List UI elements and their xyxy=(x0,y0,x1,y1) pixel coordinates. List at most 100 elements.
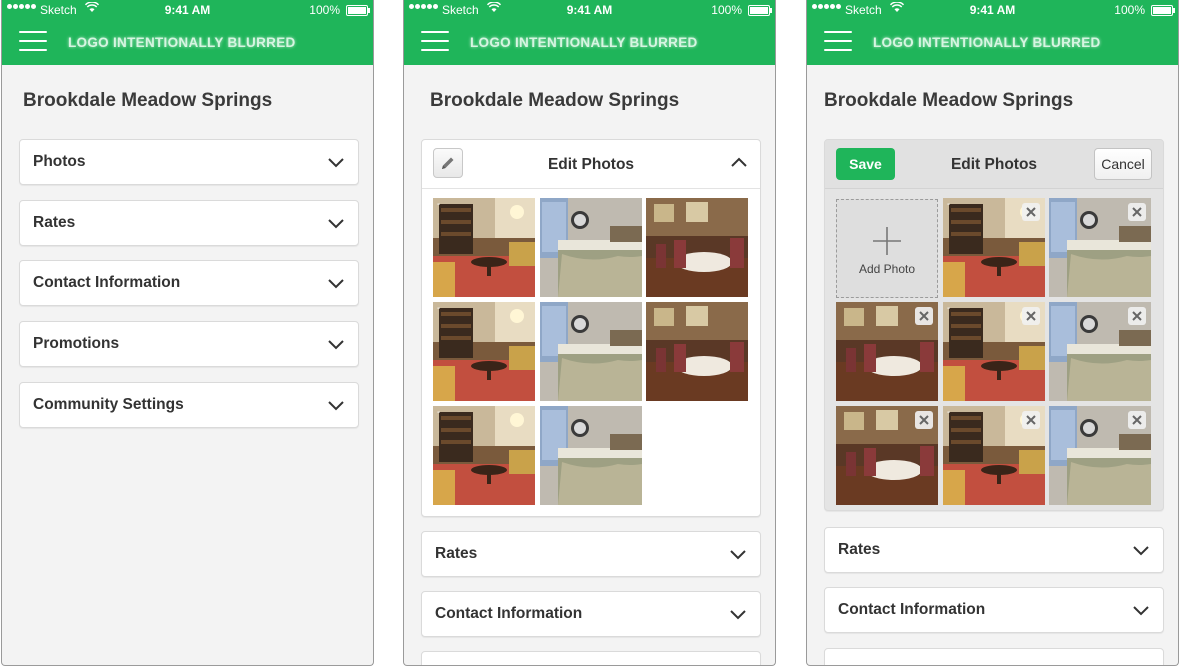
screen-collapsed: Sketch 9:41 AM 100% LOGO INTENTIONALLY B… xyxy=(1,0,374,666)
accordion-label: Rates xyxy=(435,545,478,562)
hamburger-menu-icon[interactable] xyxy=(19,31,47,51)
photo-thumbnail[interactable] xyxy=(836,302,938,401)
photo-thumbnail[interactable] xyxy=(540,198,642,297)
photo-thumbnail[interactable] xyxy=(1049,406,1151,505)
accordion-promotions[interactable] xyxy=(421,651,761,665)
accordion-rates[interactable]: Rates xyxy=(824,527,1164,573)
remove-photo-icon[interactable] xyxy=(1128,411,1146,429)
photo-thumbnail[interactable]: - xyxy=(943,406,1045,505)
page-title: Brookdale Meadow Springs xyxy=(824,90,1074,111)
accordion-rates[interactable]: Rates xyxy=(19,200,359,246)
add-photo-label: Add Photo xyxy=(858,262,916,276)
chevron-down-icon xyxy=(1131,600,1151,620)
chevron-up-icon[interactable] xyxy=(729,153,749,178)
plus-icon xyxy=(873,227,901,255)
accordion-contact-information[interactable]: Contact Information xyxy=(19,260,359,306)
dining-room-photo xyxy=(646,198,748,297)
remove-photo-icon[interactable] xyxy=(915,307,933,325)
status-bar: Sketch 9:41 AM 100% xyxy=(807,0,1178,20)
photo-mark: - xyxy=(947,407,951,418)
accordion-contact-information[interactable]: Contact Information xyxy=(824,587,1164,633)
remove-photo-icon[interactable] xyxy=(915,411,933,429)
photos-panel: Edit Photos - - - xyxy=(421,139,761,517)
photo-thumbnail[interactable]: - xyxy=(433,406,535,505)
accordion-photos[interactable]: Photos xyxy=(19,139,359,185)
photo-mark: - xyxy=(947,303,951,314)
living-room-photo xyxy=(433,302,535,401)
photo-thumbnail[interactable] xyxy=(646,302,748,401)
cancel-button[interactable]: Cancel xyxy=(1094,148,1152,180)
chevron-down-icon xyxy=(326,273,346,293)
dining-room-photo xyxy=(646,302,748,401)
photo-thumbnail[interactable]: - xyxy=(433,198,535,297)
app-header: Sketch 9:41 AM 100% LOGO INTENTIONALLY B… xyxy=(2,0,373,65)
hamburger-menu-icon[interactable] xyxy=(421,31,449,51)
chevron-down-icon xyxy=(326,334,346,354)
remove-photo-icon[interactable] xyxy=(1022,203,1040,221)
panel-title: Edit Photos xyxy=(547,156,635,173)
photo-thumbnail[interactable] xyxy=(1049,302,1151,401)
screen-photos-expanded: Sketch 9:41 AM 100% LOGO INTENTIONALLY B… xyxy=(403,0,776,666)
photo-mark: - xyxy=(437,407,441,418)
remove-photo-icon[interactable] xyxy=(1022,411,1040,429)
accordion-promotions[interactable]: Promotions xyxy=(19,321,359,367)
remove-photo-icon[interactable] xyxy=(1022,307,1040,325)
chevron-down-icon xyxy=(326,213,346,233)
status-bar: Sketch 9:41 AM 100% xyxy=(404,0,775,20)
app-header: Sketch 9:41 AM 100% LOGO INTENTIONALLY B… xyxy=(807,0,1178,65)
logo: LOGO INTENTIONALLY BLURRED xyxy=(470,35,698,50)
edit-photos-panel: Save Edit Photos Cancel Add Photo - - - xyxy=(824,139,1164,511)
chevron-down-icon xyxy=(326,395,346,415)
photos-panel-header: Edit Photos xyxy=(422,140,760,189)
battery-percent: 100% xyxy=(1114,3,1145,17)
photo-thumbnail[interactable] xyxy=(540,406,642,505)
photo-thumbnail[interactable]: - xyxy=(943,302,1045,401)
bedroom-photo xyxy=(540,406,642,505)
screen-edit-photos: Sketch 9:41 AM 100% LOGO INTENTIONALLY B… xyxy=(806,0,1179,666)
page-title: Brookdale Meadow Springs xyxy=(430,90,680,111)
accordion-label: Contact Information xyxy=(838,601,986,618)
battery-percent: 100% xyxy=(711,3,742,17)
photo-thumbnail[interactable] xyxy=(540,302,642,401)
logo: LOGO INTENTIONALLY BLURRED xyxy=(68,35,296,50)
photo-mark: - xyxy=(947,199,951,210)
edit-photos-header: Save Edit Photos Cancel xyxy=(825,140,1163,189)
accordion-label: Rates xyxy=(33,214,76,231)
remove-photo-icon[interactable] xyxy=(1128,203,1146,221)
living-room-photo xyxy=(433,406,535,505)
page-title: Brookdale Meadow Springs xyxy=(23,90,273,111)
photo-thumbnail[interactable] xyxy=(1049,198,1151,297)
battery-percent: 100% xyxy=(309,3,340,17)
photo-mark: - xyxy=(437,199,441,210)
photo-thumbnail[interactable] xyxy=(836,406,938,505)
photo-thumbnail[interactable]: - xyxy=(433,302,535,401)
bedroom-photo xyxy=(540,198,642,297)
accordion-contact-information[interactable]: Contact Information xyxy=(421,591,761,637)
accordion-promotions[interactable] xyxy=(824,648,1164,665)
remove-photo-icon[interactable] xyxy=(1128,307,1146,325)
chevron-down-icon xyxy=(1131,540,1151,560)
logo: LOGO INTENTIONALLY BLURRED xyxy=(873,35,1101,50)
battery-icon xyxy=(346,5,370,16)
bedroom-photo xyxy=(540,302,642,401)
hamburger-menu-icon[interactable] xyxy=(824,31,852,51)
chevron-down-icon xyxy=(728,604,748,624)
accordion-label: Promotions xyxy=(33,335,120,352)
photo-mark: - xyxy=(437,303,441,314)
accordion-rates[interactable]: Rates xyxy=(421,531,761,577)
battery-icon xyxy=(1151,5,1175,16)
accordion-label: Contact Information xyxy=(33,274,181,291)
accordion-label: Contact Information xyxy=(435,605,583,622)
accordion-label: Community Settings xyxy=(33,396,184,413)
battery-icon xyxy=(748,5,772,16)
chevron-down-icon xyxy=(728,544,748,564)
add-photo-button[interactable]: Add Photo xyxy=(836,199,938,298)
app-header: Sketch 9:41 AM 100% LOGO INTENTIONALLY B… xyxy=(404,0,775,65)
accordion-label: Photos xyxy=(33,153,86,170)
photo-thumbnail[interactable]: - xyxy=(943,198,1045,297)
status-bar: Sketch 9:41 AM 100% xyxy=(2,0,373,20)
photo-thumbnail[interactable] xyxy=(646,198,748,297)
accordion-label: Rates xyxy=(838,541,881,558)
chevron-down-icon xyxy=(326,152,346,172)
accordion-community-settings[interactable]: Community Settings xyxy=(19,382,359,428)
